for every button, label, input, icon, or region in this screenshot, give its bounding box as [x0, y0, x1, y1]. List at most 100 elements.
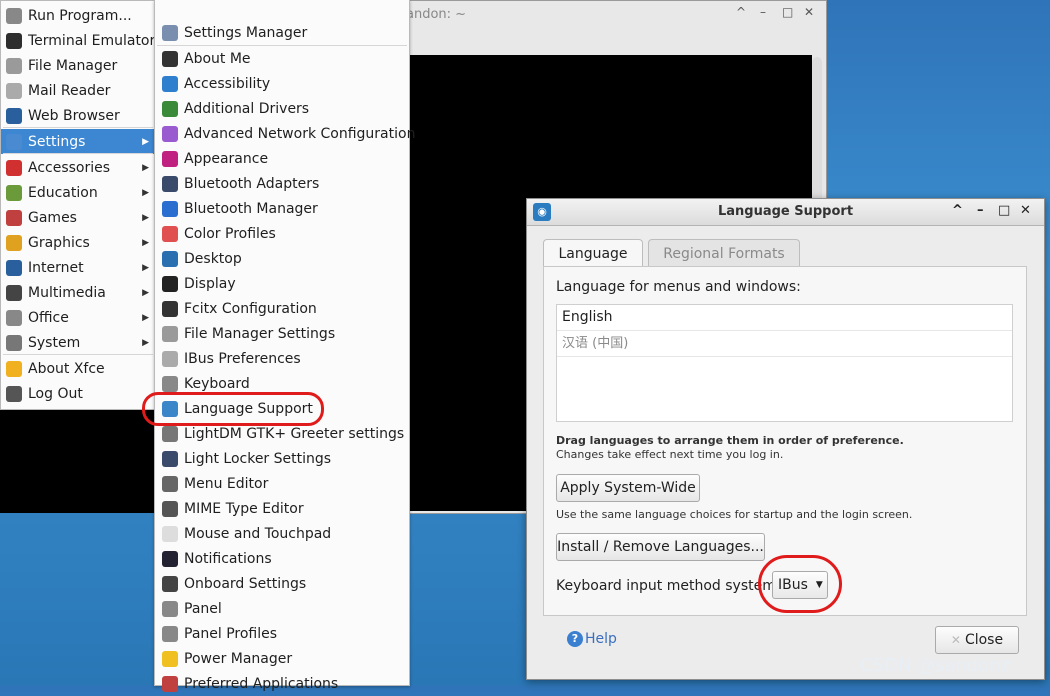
watermark: CSDN @sandonz	[860, 655, 1011, 676]
folder-icon	[6, 57, 22, 74]
menu-item-label: Panel Profiles	[184, 625, 278, 642]
chevron-right-icon: ▶	[142, 187, 149, 198]
dialog-maximize-icon[interactable]: □	[998, 203, 1010, 218]
menu-item-label: File Manager	[28, 57, 118, 74]
annotation-circle-language-support	[142, 392, 324, 426]
accessories-icon	[6, 159, 22, 176]
settings-item-menu-editor[interactable]: Menu Editor	[155, 471, 409, 496]
terminal-title: andon: ~	[406, 7, 467, 22]
settings-item-panel-profiles[interactable]: Panel Profiles	[155, 621, 409, 646]
main-menu-item-accessories[interactable]: Accessories ▶	[1, 155, 155, 180]
main-menu-item-multimedia[interactable]: Multimedia ▶	[1, 280, 155, 305]
apply-system-wide-button[interactable]: Apply System-Wide	[556, 474, 700, 502]
terminal-close-button[interactable]: ✕	[804, 5, 814, 19]
main-menu-item-games[interactable]: Games ▶	[1, 205, 155, 230]
settings-item-about-me[interactable]: About Me	[155, 46, 409, 71]
settings-item-mime-type-editor[interactable]: MIME Type Editor	[155, 496, 409, 521]
settings-item-notifications[interactable]: Notifications	[155, 546, 409, 571]
settings-item-advanced-network-configuration[interactable]: Advanced Network Configuration	[155, 121, 415, 146]
menu-item-label: Accessories	[28, 159, 111, 176]
chevron-right-icon: ▶	[142, 136, 149, 147]
settings-item-fcitx-configuration[interactable]: Fcitx Configuration	[155, 296, 409, 321]
settings-item-panel[interactable]: Panel	[155, 596, 409, 621]
chevron-right-icon: ▶	[142, 162, 149, 173]
dialog-minimize-icon[interactable]: –	[977, 203, 984, 218]
menu-item-label: System	[28, 334, 81, 351]
settings-item-appearance[interactable]: Appearance	[155, 146, 409, 171]
settings-item-bluetooth-adapters[interactable]: Bluetooth Adapters	[155, 171, 409, 196]
menu-item-label: Multimedia	[28, 284, 106, 301]
dialog-close-icon[interactable]: ✕	[1020, 203, 1031, 218]
settings-item-color-profiles[interactable]: Color Profiles	[155, 221, 409, 246]
menu-item-label: Desktop	[184, 250, 242, 267]
tab-regional-formats[interactable]: Regional Formats	[648, 239, 800, 268]
settings-item-bluetooth-manager[interactable]: Bluetooth Manager	[155, 196, 409, 221]
main-menu-item-web-browser[interactable]: Web Browser	[1, 103, 155, 128]
menu-item-label: Mail Reader	[28, 82, 111, 99]
language-list[interactable]: English 汉语 (中国)	[556, 304, 1013, 422]
language-item-english[interactable]: English	[557, 305, 1012, 331]
preferred-apps-icon	[162, 675, 178, 692]
terminal-shade-button[interactable]: ^	[736, 5, 746, 19]
main-menu-item-terminal-emulator[interactable]: Terminal Emulator	[1, 28, 155, 53]
settings-item-desktop[interactable]: Desktop	[155, 246, 409, 271]
settings-item-settings-manager[interactable]: Settings Manager	[155, 20, 409, 45]
penguin-icon	[162, 300, 178, 317]
help-icon: ?	[567, 631, 583, 647]
settings-item-ibus-preferences[interactable]: IBus Preferences	[155, 346, 409, 371]
main-menu-item-mail-reader[interactable]: Mail Reader	[1, 78, 155, 103]
help-button[interactable]: ? Help	[567, 631, 617, 647]
main-menu-item-log-out[interactable]: Log Out	[1, 381, 155, 406]
main-menu-item-run-program[interactable]: Run Program...	[1, 3, 155, 28]
ibus-icon	[162, 350, 178, 367]
menu-item-label: Log Out	[28, 385, 83, 402]
globe-icon	[6, 107, 22, 124]
close-button[interactable]: ✕ Close	[935, 626, 1019, 654]
main-menu-item-file-manager[interactable]: File Manager	[1, 53, 155, 78]
menu-item-label: Onboard Settings	[184, 575, 307, 592]
help-label: Help	[585, 631, 617, 647]
settings-item-preferred-applications[interactable]: Preferred Applications	[155, 671, 409, 696]
multimedia-icon	[6, 284, 22, 301]
lock-screen-icon	[162, 450, 178, 467]
settings-item-additional-drivers[interactable]: Additional Drivers	[155, 96, 409, 121]
tab-language[interactable]: Language	[543, 239, 643, 268]
main-menu-item-about-xfce[interactable]: About Xfce	[1, 356, 155, 381]
settings-item-accessibility[interactable]: Accessibility	[155, 71, 409, 96]
menu-item-label: Run Program...	[28, 7, 132, 24]
settings-item-display[interactable]: Display	[155, 271, 409, 296]
menu-item-label: Light Locker Settings	[184, 450, 332, 467]
system-icon	[6, 334, 22, 351]
language-item-chinese[interactable]: 汉语 (中国)	[557, 331, 1012, 357]
settings-item-mouse-and-touchpad[interactable]: Mouse and Touchpad	[155, 521, 409, 546]
internet-icon	[6, 259, 22, 276]
settings-item-onboard-settings[interactable]: Onboard Settings	[155, 571, 409, 596]
display-icon	[162, 275, 178, 292]
menu-item-label: Internet	[28, 259, 84, 276]
changes-hint: Changes take effect next time you log in…	[556, 448, 784, 461]
menu-item-label: Settings Manager	[184, 24, 308, 41]
settings-item-power-manager[interactable]: Power Manager	[155, 646, 409, 671]
main-menu-item-system[interactable]: System ▶	[1, 330, 155, 355]
main-menu-item-internet[interactable]: Internet ▶	[1, 255, 155, 280]
apply-hint: Use the same language choices for startu…	[556, 508, 913, 521]
main-menu-item-office[interactable]: Office ▶	[1, 305, 155, 330]
menu-item-label: Color Profiles	[184, 225, 276, 242]
settings-item-file-manager-settings[interactable]: File Manager Settings	[155, 321, 409, 346]
install-remove-languages-button[interactable]: Install / Remove Languages...	[556, 533, 765, 561]
terminal-maximize-button[interactable]: □	[782, 5, 793, 19]
graphics-icon	[6, 234, 22, 251]
dialog-shade-icon[interactable]: ^	[952, 203, 963, 218]
dialog-titlebar[interactable]: ◉ Language Support ^ – □ ✕	[527, 199, 1044, 226]
menu-item-label: Graphics	[28, 234, 90, 251]
settings-manager-icon	[162, 24, 178, 41]
drag-hint: Drag languages to arrange them in order …	[556, 434, 904, 447]
terminal-minimize-button[interactable]: –	[760, 5, 766, 19]
terminal-body-left	[0, 408, 155, 513]
settings-item-light-locker-settings[interactable]: Light Locker Settings	[155, 446, 409, 471]
main-menu-item-settings[interactable]: Settings ▶	[1, 129, 155, 154]
menu-item-label: Mouse and Touchpad	[184, 525, 332, 542]
main-menu-item-graphics[interactable]: Graphics ▶	[1, 230, 155, 255]
office-icon	[6, 309, 22, 326]
main-menu-item-education[interactable]: Education ▶	[1, 180, 155, 205]
